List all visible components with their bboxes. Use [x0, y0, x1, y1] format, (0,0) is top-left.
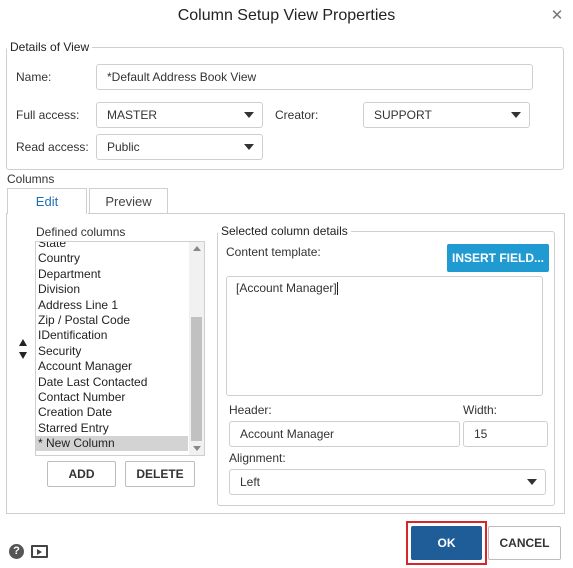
content-template-textarea[interactable]: [Account Manager] — [226, 276, 543, 396]
defined-columns-label: Defined columns — [36, 225, 126, 239]
full-access-value: MASTER — [107, 108, 158, 122]
columns-label: Columns — [7, 172, 55, 186]
list-item[interactable]: Date Last Contacted — [36, 375, 188, 390]
read-access-label: Read access: — [16, 140, 89, 154]
scroll-down-icon[interactable] — [193, 446, 201, 451]
play-glyph — [37, 549, 42, 555]
chevron-down-icon — [511, 112, 521, 118]
insert-field-button[interactable]: INSERT FIELD... — [447, 244, 549, 272]
delete-button[interactable]: DELETE — [125, 461, 195, 487]
dialog-title: Column Setup View Properties — [177, 7, 396, 24]
list-item[interactable]: Account Manager — [36, 359, 188, 374]
creator-label: Creator: — [275, 108, 319, 122]
alignment-value: Left — [240, 475, 261, 489]
header-label: Header: — [229, 403, 272, 417]
selected-legend: Selected column details — [221, 224, 348, 238]
list-scrollbar[interactable] — [189, 242, 204, 455]
tab-divider — [88, 213, 565, 214]
list-item[interactable]: Country — [36, 251, 188, 266]
list-item[interactable]: Department — [36, 267, 188, 282]
scroll-up-icon[interactable] — [193, 246, 201, 251]
tab-edit[interactable]: Edit — [7, 188, 87, 214]
list-item[interactable]: Address Line 1 — [36, 298, 188, 313]
list-item[interactable]: IDentification — [36, 328, 188, 343]
list-item[interactable]: Zip / Postal Code — [36, 313, 188, 328]
header-input[interactable]: Account Manager — [229, 421, 460, 447]
template-value: [Account Manager] — [236, 281, 337, 295]
alignment-select[interactable]: Left — [229, 469, 546, 495]
tab-preview[interactable]: Preview — [89, 188, 168, 214]
scrollbar-thumb[interactable] — [191, 317, 202, 441]
list-item[interactable]: Starred Entry — [36, 421, 188, 436]
read-access-value: Public — [107, 140, 140, 154]
ok-button[interactable]: OK — [411, 526, 482, 560]
cancel-button[interactable]: CANCEL — [488, 526, 561, 560]
width-input[interactable]: 15 — [463, 421, 548, 447]
full-access-label: Full access: — [16, 108, 80, 122]
defined-columns-list[interactable]: State Country Department Division Address Li… — [35, 241, 205, 456]
list-item[interactable]: Security — [36, 344, 188, 359]
close-icon[interactable]: ✕ — [549, 8, 565, 24]
screen-icon[interactable] — [31, 545, 48, 558]
list-item[interactable]: * New Column — [36, 436, 188, 452]
creator-select[interactable]: SUPPORT — [363, 102, 530, 128]
name-label: Name: — [16, 70, 52, 84]
creator-value: SUPPORT — [374, 108, 432, 122]
move-up-icon[interactable] — [19, 339, 27, 346]
chevron-down-icon — [527, 479, 537, 485]
chevron-down-icon — [244, 112, 254, 118]
list-item[interactable]: Creation Date — [36, 405, 188, 420]
full-access-select[interactable]: MASTER — [96, 102, 263, 128]
content-template-label: Content template: — [226, 245, 321, 259]
width-label: Width: — [463, 403, 498, 417]
add-button[interactable]: ADD — [47, 461, 116, 487]
chevron-down-icon — [244, 144, 254, 150]
text-cursor — [336, 282, 338, 296]
list-item[interactable]: Division — [36, 282, 188, 297]
alignment-label: Alignment: — [229, 451, 286, 465]
read-access-select[interactable]: Public — [96, 134, 263, 160]
list-item[interactable]: Contact Number — [36, 390, 188, 405]
help-icon[interactable]: ? — [9, 544, 24, 559]
details-legend: Details of View — [10, 40, 90, 54]
move-down-icon[interactable] — [19, 352, 27, 359]
list-item[interactable]: State — [36, 242, 188, 251]
name-input[interactable]: *Default Address Book View — [96, 64, 533, 90]
